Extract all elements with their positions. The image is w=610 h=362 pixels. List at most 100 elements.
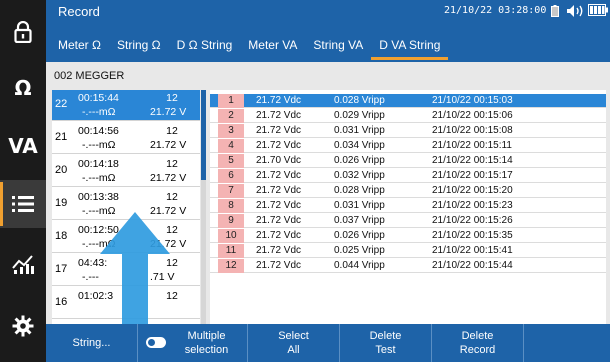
reading-index: 11 bbox=[218, 244, 244, 258]
delete-test-button[interactable]: Delete Test bbox=[340, 324, 432, 362]
record-row[interactable]: 20 00:14:18 12 -.---mΩ 21.72 V bbox=[52, 156, 200, 187]
reading-index: 2 bbox=[218, 109, 244, 123]
delete-record-label-2: Record bbox=[459, 344, 496, 356]
record-time: 00:14:56 bbox=[78, 125, 119, 137]
reading-row[interactable]: 2 21.72 Vdc 0.029 Vripp 21/10/22 00:15:06 bbox=[210, 109, 606, 123]
list-icon bbox=[12, 196, 34, 212]
reading-row[interactable]: 1 21.72 Vdc 0.028 Vripp 21/10/22 00:15:03 bbox=[210, 94, 606, 108]
reading-datetime: 21/10/22 00:15:20 bbox=[432, 185, 513, 196]
scrollbar-thumb[interactable] bbox=[201, 90, 206, 180]
reading-datetime: 21/10/22 00:15:23 bbox=[432, 200, 513, 211]
record-voltage: 21.72 V bbox=[150, 172, 187, 184]
tab-d-ohm-string[interactable]: D Ω String bbox=[169, 30, 241, 60]
readings-table: 1 21.72 Vdc 0.028 Vripp 21/10/22 00:15:03 2 2… bbox=[210, 90, 606, 324]
delete-test-label-2: Test bbox=[375, 344, 396, 356]
settings-button[interactable] bbox=[0, 302, 46, 350]
delete-record-label-1: Delete bbox=[461, 330, 494, 342]
string-name: 002 MEGGER bbox=[54, 70, 125, 82]
reading-row[interactable]: 6 21.72 Vdc 0.032 Vripp 21/10/22 00:15:17 bbox=[210, 169, 606, 183]
reading-row[interactable]: 4 21.72 Vdc 0.034 Vripp 21/10/22 00:15:11 bbox=[210, 139, 606, 153]
va-mode-button[interactable]: VA bbox=[0, 122, 46, 170]
delete-test-label-1: Delete bbox=[369, 330, 402, 342]
records-list-button[interactable] bbox=[0, 180, 46, 228]
record-id: 20 bbox=[55, 164, 68, 176]
record-count: 12 bbox=[166, 92, 178, 104]
record-row[interactable]: 22 00:15:44 12 -.---mΩ 21.72 V bbox=[52, 90, 200, 121]
reading-voltage: 21.72 Vdc bbox=[256, 170, 302, 181]
nav-rail: Ω VA bbox=[0, 0, 46, 362]
toggle-switch[interactable] bbox=[146, 337, 166, 348]
chart-icon bbox=[12, 255, 34, 274]
reading-index: 3 bbox=[218, 124, 244, 138]
chart-button[interactable] bbox=[0, 240, 46, 288]
tab-meter-va[interactable]: Meter VA bbox=[240, 30, 305, 60]
reading-index: 7 bbox=[218, 184, 244, 198]
reading-voltage: 21.72 Vdc bbox=[256, 215, 302, 226]
reading-index: 1 bbox=[218, 94, 244, 108]
reading-row[interactable]: 3 21.72 Vdc 0.031 Vripp 21/10/22 00:15:08 bbox=[210, 124, 606, 138]
reading-voltage: 21.72 Vdc bbox=[256, 230, 302, 241]
reading-voltage: 21.70 Vdc bbox=[256, 155, 302, 166]
battery-icon bbox=[551, 5, 559, 17]
tab-meter-ohm[interactable]: Meter Ω bbox=[50, 30, 109, 60]
string-button[interactable]: String... bbox=[46, 324, 138, 362]
reading-voltage: 21.72 Vdc bbox=[256, 200, 302, 211]
reading-row[interactable]: 7 21.72 Vdc 0.028 Vripp 21/10/22 00:15:20 bbox=[210, 184, 606, 198]
reading-ripple: 0.029 Vripp bbox=[334, 110, 385, 121]
record-count: 12 bbox=[166, 191, 178, 203]
reading-ripple: 0.028 Vripp bbox=[334, 185, 385, 196]
gear-icon bbox=[12, 315, 34, 337]
reading-row[interactable]: 11 21.72 Vdc 0.025 Vripp 21/10/22 00:15:41 bbox=[210, 244, 606, 258]
record-voltage: 21.72 V bbox=[150, 106, 187, 118]
reading-datetime: 21/10/22 00:15:03 bbox=[432, 95, 513, 106]
delete-record-button[interactable]: Delete Record bbox=[432, 324, 524, 362]
tab-string-ohm[interactable]: String Ω bbox=[109, 30, 169, 60]
record-resistance: -.---mΩ bbox=[82, 172, 116, 184]
record-resistance: -.---mΩ bbox=[82, 106, 116, 118]
bottom-toolbar: String... Multiple selection Select All … bbox=[46, 324, 610, 362]
reading-ripple: 0.034 Vripp bbox=[334, 140, 385, 151]
reading-row[interactable]: 12 21.72 Vdc 0.044 Vripp 21/10/22 00:15:44 bbox=[210, 259, 606, 273]
multiple-label-1: Multiple bbox=[187, 330, 226, 342]
reading-datetime: 21/10/22 00:15:26 bbox=[432, 215, 513, 226]
tab-d-va-string[interactable]: D VA String bbox=[371, 30, 449, 60]
ohm-mode-button[interactable]: Ω bbox=[0, 64, 46, 112]
record-id: 18 bbox=[55, 230, 68, 242]
reading-ripple: 0.026 Vripp bbox=[334, 155, 385, 166]
reading-row[interactable]: 10 21.72 Vdc 0.026 Vripp 21/10/22 00:15:35 bbox=[210, 229, 606, 243]
battery-full-icon bbox=[588, 4, 608, 16]
reading-datetime: 21/10/22 00:15:41 bbox=[432, 245, 513, 256]
reading-row[interactable]: 5 21.70 Vdc 0.026 Vripp 21/10/22 00:15:14 bbox=[210, 154, 606, 168]
record-count: 12 bbox=[166, 158, 178, 170]
record-id: 17 bbox=[55, 263, 68, 275]
tab-string-va[interactable]: String VA bbox=[305, 30, 371, 60]
reading-ripple: 0.025 Vripp bbox=[334, 245, 385, 256]
string-button-label: String... bbox=[72, 337, 111, 349]
reading-index: 8 bbox=[218, 199, 244, 213]
reading-datetime: 21/10/22 00:15:11 bbox=[432, 140, 512, 151]
multiple-selection-toggle[interactable]: Multiple selection bbox=[138, 324, 248, 362]
reading-voltage: 21.72 Vdc bbox=[256, 125, 302, 136]
speaker-icon[interactable] bbox=[566, 4, 586, 18]
record-id: 21 bbox=[55, 131, 68, 143]
select-label-2: All bbox=[287, 344, 300, 356]
reading-row[interactable]: 8 21.72 Vdc 0.031 Vripp 21/10/22 00:15:23 bbox=[210, 199, 606, 213]
reading-datetime: 21/10/22 00:15:06 bbox=[432, 110, 513, 121]
lock-button[interactable] bbox=[0, 8, 46, 56]
record-list-scrollbar[interactable] bbox=[201, 90, 206, 324]
reading-ripple: 0.028 Vripp bbox=[334, 95, 385, 106]
record-resistance: -.--- bbox=[82, 271, 99, 283]
reading-row[interactable]: 9 21.72 Vdc 0.037 Vripp 21/10/22 00:15:26 bbox=[210, 214, 606, 228]
va-icon: VA bbox=[8, 134, 38, 158]
header-bar: Record 21/10/22 03:28:00 Meter Ω String … bbox=[46, 0, 610, 62]
select-all-button[interactable]: Select All bbox=[248, 324, 340, 362]
reading-index: 4 bbox=[218, 139, 244, 153]
reading-ripple: 0.037 Vripp bbox=[334, 215, 385, 226]
clock-readout: 21/10/22 03:28:00 bbox=[444, 5, 547, 16]
reading-datetime: 21/10/22 00:15:35 bbox=[432, 230, 513, 241]
reading-voltage: 21.72 Vdc bbox=[256, 245, 302, 256]
record-row[interactable]: 21 00:14:56 12 -.---mΩ 21.72 V bbox=[52, 123, 200, 154]
lock-icon bbox=[14, 21, 32, 43]
screen-title: Record bbox=[58, 4, 100, 19]
record-id: 19 bbox=[55, 197, 68, 209]
